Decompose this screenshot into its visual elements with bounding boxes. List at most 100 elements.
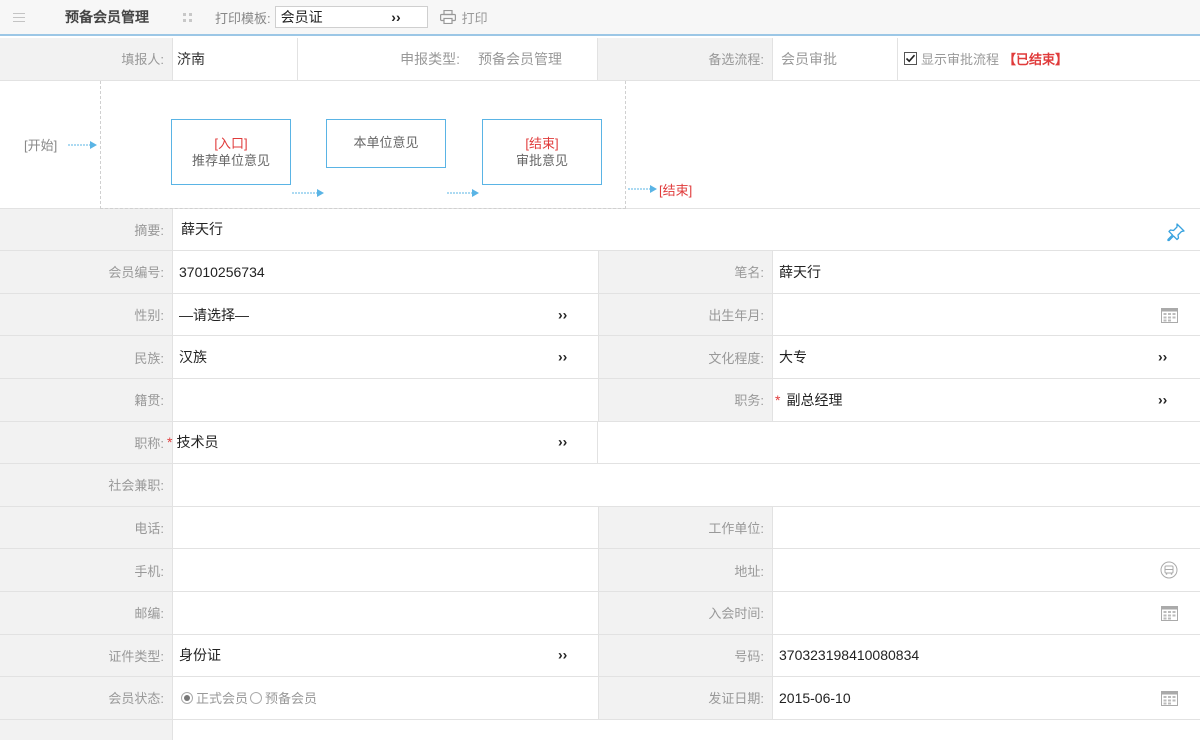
pen-name-label: 笔名: <box>598 251 773 293</box>
print-button[interactable]: 打印 <box>439 8 488 27</box>
gender-row: 性别: —请选择— ›› 出生年月: <box>0 293 1200 337</box>
status-option-reserve-label: 预备会员 <box>265 691 318 707</box>
page-title: 预备会员管理 <box>65 9 149 25</box>
id-type-value: 身份证 <box>179 647 221 664</box>
ethnic-value: 汉族 <box>179 349 207 366</box>
filler-label: 填报人: <box>0 38 173 80</box>
position-label-text: 职务: <box>734 393 764 409</box>
flow-start: [开始] <box>24 137 58 153</box>
mobile-row: 手机: 地址: <box>0 549 1200 592</box>
address-input[interactable] <box>773 549 1200 591</box>
print-label: 打印 <box>461 10 488 26</box>
id-type-select[interactable]: 身份证 ›› <box>173 635 598 677</box>
phone-row: 电话: 工作单位: <box>0 506 1200 550</box>
education-label: 文化程度: <box>598 336 773 378</box>
chevron-double-right-icon: ›› <box>558 434 568 451</box>
status-radio-reserve[interactable]: 预备会员 <box>250 688 317 707</box>
arrow-right-icon <box>628 184 657 193</box>
print-template-value: 会员证 <box>280 9 323 25</box>
flow-node-label: 推荐单位意见 <box>191 152 270 168</box>
flow-node-unit[interactable]: 本单位意见 <box>326 118 446 168</box>
member-no-label: 会员编号: <box>0 251 173 293</box>
id-no-input[interactable]: 370323198410080834 <box>773 635 1200 677</box>
report-type-label: 申报类型: <box>400 50 460 67</box>
calendar-icon[interactable] <box>1161 690 1178 706</box>
position-select[interactable]: * 副总经理 ›› <box>773 379 1200 421</box>
status-radio-formal[interactable]: 正式会员 <box>181 688 248 707</box>
show-flow-checkbox-wrap[interactable]: 显示审批流程 【已结束】 <box>898 38 1198 80</box>
checkbox-checked-icon[interactable] <box>904 52 917 66</box>
postcode-input[interactable] <box>173 592 598 634</box>
arrow-right-icon <box>447 188 479 197</box>
flow-end: [结束] <box>659 182 693 198</box>
social-label: 社会兼职: <box>0 464 173 506</box>
id-row: 证件类型: 身份证 ›› 号码: 370323198410080834 <box>0 634 1200 678</box>
postcode-label: 邮编: <box>0 591 173 634</box>
birth-label: 出生年月: <box>598 293 773 336</box>
mobile-input[interactable] <box>173 549 598 591</box>
title-row: 职称: * 技术员 ›› <box>0 421 1200 465</box>
id-type-label: 证件类型: <box>0 634 173 677</box>
issue-date-value: 2015-06-10 <box>779 689 851 706</box>
issue-date-input[interactable]: 2015-06-10 <box>773 677 1200 719</box>
postcode-row: 邮编: 入会时间: <box>0 591 1200 635</box>
calendar-icon[interactable] <box>1161 605 1178 621</box>
status-radio-group: 正式会员 预备会员 <box>173 677 598 719</box>
mobile-label: 手机: <box>0 549 173 591</box>
chevron-double-right-icon: ›› <box>558 348 568 365</box>
title-select[interactable]: * 技术员 ›› <box>167 421 598 464</box>
native-row: 籍贯: 职务: * 副总经理 ›› <box>0 378 1200 422</box>
report-type-value: 预备会员管理 <box>468 38 598 80</box>
pen-name-input[interactable]: 薛天行 <box>773 251 1200 293</box>
chevron-double-right-icon: ›› <box>558 306 568 323</box>
calendar-icon[interactable] <box>1161 307 1178 323</box>
position-label: 职务: <box>598 378 773 421</box>
workplace-input[interactable] <box>773 507 1200 549</box>
ethnic-select[interactable]: 汉族 ›› <box>173 336 598 378</box>
pin-icon[interactable] <box>1166 222 1186 242</box>
flow-node-approve[interactable]: [结束] 审批意见 <box>482 118 602 185</box>
printer-icon <box>439 10 456 24</box>
native-input[interactable] <box>173 379 598 421</box>
gender-label: 性别: <box>0 293 173 336</box>
print-template-select[interactable]: 会员证 ›› <box>274 6 428 28</box>
menu-icon[interactable] <box>13 12 29 22</box>
phone-input[interactable] <box>173 507 598 549</box>
chevron-double-right-icon: ›› <box>1158 391 1168 408</box>
filler-value: 济南 <box>173 38 298 80</box>
grip-icon <box>183 12 193 22</box>
radio-checked-icon <box>181 691 193 704</box>
address-label: 地址: <box>598 549 773 591</box>
birth-input[interactable] <box>773 294 1200 336</box>
summary-label: 摘要: <box>0 208 173 251</box>
required-marker: * <box>167 434 173 451</box>
summary-value: 薛天行 <box>181 221 223 238</box>
approval-flow-diagram: [开始] [入口] 推荐单位意见 本单位意见 [结束] 审批意见 [结束] <box>0 80 1200 209</box>
social-row: 社会兼职: <box>0 464 1200 507</box>
toolbar: 预备会员管理 打印模板: 会员证 ›› 打印 <box>0 0 1200 36</box>
flow-status-badge: 【已结束】 <box>1003 52 1069 68</box>
workplace-label: 工作单位: <box>598 506 773 549</box>
flow-node-recommend[interactable]: [入口] 推荐单位意见 <box>171 118 291 185</box>
flow-node-label: 审批意见 <box>515 152 568 168</box>
title-label: 职称: <box>0 421 173 464</box>
flow-node-label: 本单位意见 <box>353 134 419 150</box>
ethnic-row: 民族: 汉族 ›› 文化程度: 大专 ›› <box>0 336 1200 379</box>
gender-select[interactable]: —请选择— ›› <box>173 294 598 336</box>
chevron-double-right-icon: ›› <box>1158 348 1168 365</box>
member-form: 填报人: 济南 申报类型: 预备会员管理 备选流程: 会员审批 显示审批流程 【… <box>0 38 1200 740</box>
bus-icon[interactable] <box>1160 561 1178 579</box>
summary-row: 摘要: 薛天行 <box>0 208 1200 252</box>
join-input[interactable] <box>773 592 1200 634</box>
status-option-formal-label: 正式会员 <box>196 691 249 707</box>
summary-input[interactable]: 薛天行 <box>173 209 1200 251</box>
title-value: 技术员 <box>176 434 219 451</box>
arrow-right-icon <box>68 140 97 149</box>
flow-select[interactable]: 会员审批 <box>773 38 898 80</box>
social-input[interactable] <box>173 464 1200 506</box>
education-select[interactable]: 大专 ›› <box>773 336 1200 378</box>
member-no-input[interactable]: 37010256734 <box>173 251 598 293</box>
ethnic-label: 民族: <box>0 336 173 378</box>
form-header-row: 填报人: 济南 申报类型: 预备会员管理 备选流程: 会员审批 显示审批流程 【… <box>0 38 1200 81</box>
education-value: 大专 <box>779 349 807 366</box>
